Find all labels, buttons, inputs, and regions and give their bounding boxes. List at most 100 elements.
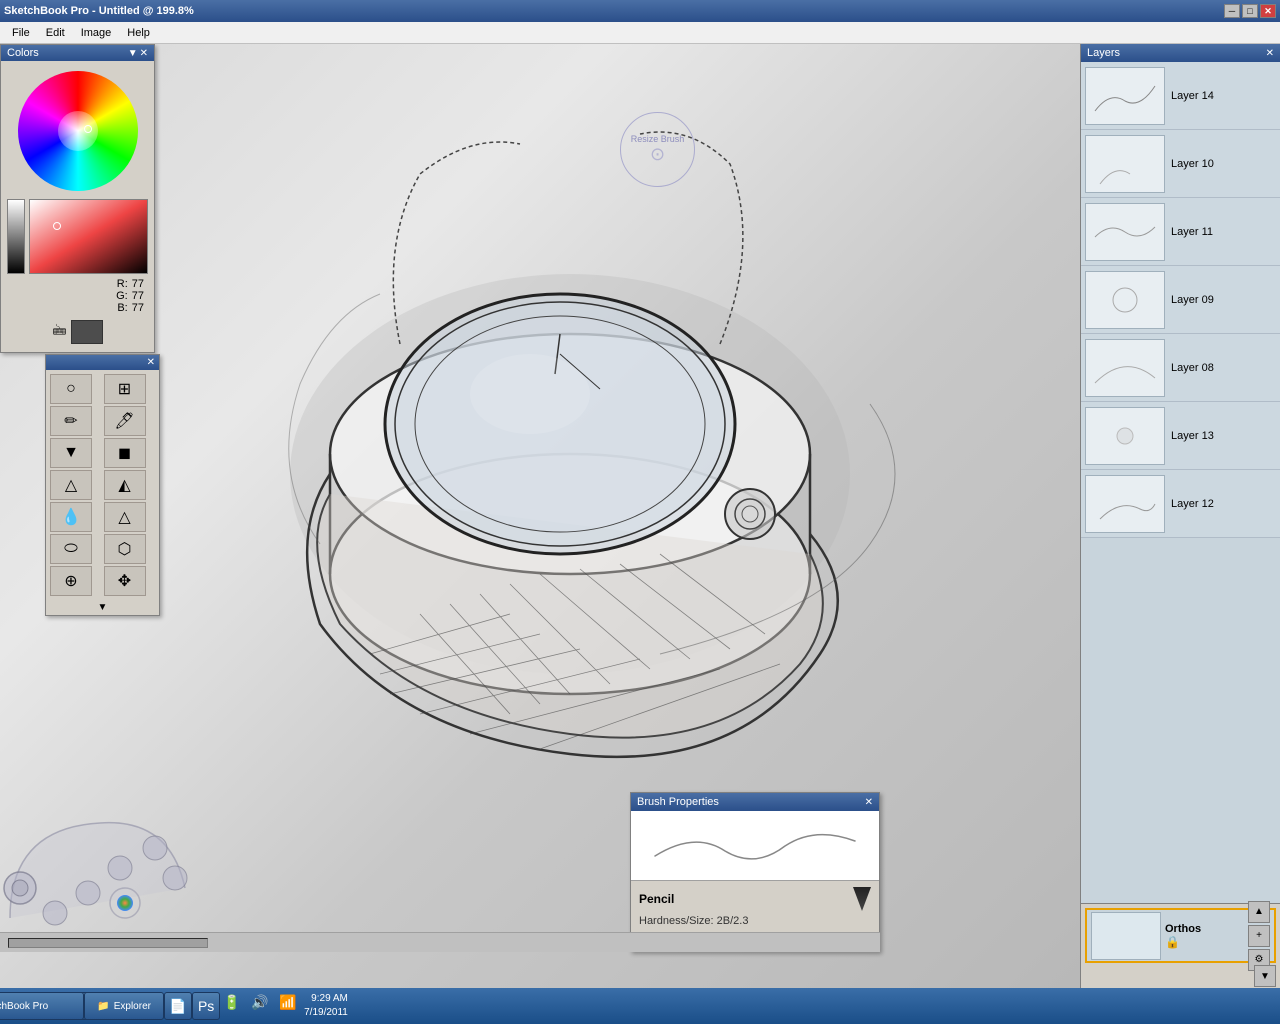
layer-item-11[interactable]: Layer 11 — [1081, 198, 1280, 266]
maximize-button[interactable]: □ — [1242, 4, 1258, 18]
brush-pen-icon[interactable]: 🖊 — [104, 406, 146, 436]
gradient-bars — [7, 199, 148, 274]
statusbar — [0, 932, 880, 952]
titlebar: SketchBook Pro - Untitled @ 199.8% ─ □ ✕ — [0, 0, 1280, 22]
layer-controls: Orthos 🔒 ▲ + ⚙ ▼ — [1081, 903, 1280, 988]
layers-scroll-down-button[interactable]: ▼ — [1254, 965, 1276, 987]
layer-thumb-11 — [1085, 203, 1165, 261]
brush-blend-icon[interactable]: ◭ — [104, 470, 146, 500]
resize-brush-label: Resize Brush — [631, 134, 685, 144]
color-wheel-container: R:77 G:77 B:77 🖮 — [1, 61, 154, 352]
brush-lasso-icon[interactable]: ⬭ — [50, 534, 92, 564]
layers-panel: Layers ✕ Layer 14 Layer 10 — [1080, 44, 1280, 988]
gradient-cursor — [53, 222, 61, 230]
brush-circle-icon[interactable]: ○ — [50, 374, 92, 404]
layer-name-10: Layer 10 — [1171, 158, 1214, 170]
active-layer-info: Orthos 🔒 — [1161, 921, 1248, 951]
color-swatches: 🖮 — [47, 318, 109, 346]
brush-smudge-icon[interactable]: 💧 — [50, 502, 92, 532]
layer-item-14[interactable]: Layer 14 — [1081, 62, 1280, 130]
brush-move-icon[interactable]: ✥ — [104, 566, 146, 596]
tray-wifi-icon: 📶 — [276, 994, 300, 1018]
brush-select-icon[interactable]: ⬡ — [104, 534, 146, 564]
eyedropper-tool[interactable]: 🖮 — [53, 320, 67, 344]
taskbar-acrobat-button[interactable]: 📄 — [164, 992, 192, 1020]
tray-volume-icon: 🔊 — [248, 994, 272, 1018]
layer-item-13[interactable]: Layer 13 — [1081, 402, 1280, 470]
colors-title: Colors — [7, 47, 39, 59]
menu-file[interactable]: File — [4, 25, 38, 41]
brush-airbrush-icon[interactable]: △ — [50, 470, 92, 500]
brush-grid-icon[interactable]: ⊞ — [104, 374, 146, 404]
nav-wheel — [0, 808, 190, 928]
color-gradient-bar[interactable] — [29, 199, 148, 274]
layer-thumb-13 — [1085, 407, 1165, 465]
rgb-values: R:77 G:77 B:77 — [7, 278, 148, 314]
g-value: 77 — [132, 290, 144, 302]
canvas-area[interactable]: Resize Brush ⊙ Colors ▼ ✕ — [0, 44, 1080, 988]
layer-name-13: Layer 13 — [1171, 430, 1214, 442]
brush-panel-more: ▼ — [46, 600, 159, 615]
layer-name-12: Layer 12 — [1171, 498, 1214, 510]
menubar: File Edit Image Help — [0, 22, 1280, 44]
layers-close[interactable]: ✕ — [1266, 48, 1274, 59]
brush-fill-icon[interactable]: ◼ — [104, 438, 146, 468]
layer-add-button[interactable]: + — [1248, 925, 1270, 947]
bw-gradient-bar[interactable] — [7, 199, 25, 274]
colors-collapse[interactable]: ▼ — [128, 48, 138, 59]
menu-edit[interactable]: Edit — [38, 25, 73, 41]
taskbar-system-tray: 🔋 🔊 📶 9:29 AM 7/19/2011 — [220, 992, 348, 1020]
app-title: SketchBook Pro - Untitled @ 199.8% — [4, 5, 194, 17]
color-wheel[interactable] — [18, 71, 138, 191]
colors-panel: Colors ▼ ✕ R:77 — [0, 44, 155, 353]
brush-transform-icon[interactable]: ⊕ — [50, 566, 92, 596]
close-button[interactable]: ✕ — [1260, 4, 1276, 18]
menu-help[interactable]: Help — [119, 25, 158, 41]
layer-item-10[interactable]: Layer 10 — [1081, 130, 1280, 198]
taskbar-sbp-label: SketchBook Pro — [0, 1001, 48, 1012]
layer-item-08[interactable]: Layer 08 — [1081, 334, 1280, 402]
layer-move-up-button[interactable]: ▲ — [1248, 901, 1270, 923]
system-clock: 9:29 AM 7/19/2011 — [304, 992, 348, 1020]
brush-more-arrow[interactable]: ▼ — [98, 602, 108, 613]
taskbar-sbp-button[interactable]: 🎨 SketchBook Pro — [0, 992, 84, 1020]
taskbar-more-icon[interactable]: 🎨 SketchBook Pro 📁 Explorer 📄 Ps 🔋 🔊 📶 9… — [123, 992, 145, 1020]
resize-brush-icon: ⊙ — [650, 144, 665, 165]
layer-button-column: ▲ + ⚙ — [1248, 901, 1270, 971]
brush-panel-header: ✕ — [46, 355, 159, 370]
colors-close[interactable]: ✕ — [140, 48, 148, 59]
tray-network-icon: 🔋 — [220, 994, 244, 1018]
brush-props-title: Brush Properties — [637, 796, 719, 808]
menu-image[interactable]: Image — [73, 25, 120, 41]
colors-header: Colors ▼ ✕ — [1, 45, 154, 61]
current-color-swatch[interactable] — [71, 320, 103, 344]
watch-sketch — [220, 94, 920, 814]
brush-properties-panel: Brush Properties ✕ Pencil Hardness/Size:… — [630, 792, 880, 952]
taskbar-explorer-button[interactable]: 📁 Explorer — [84, 992, 164, 1020]
hardness-size-label: Hardness/Size: 2B/2.3 — [639, 915, 871, 927]
layer-name-14: Layer 14 — [1171, 90, 1214, 102]
brush-eraser-icon[interactable]: △ — [104, 502, 146, 532]
minimize-button[interactable]: ─ — [1224, 4, 1240, 18]
layer-thumb-09 — [1085, 271, 1165, 329]
layer-thumb-12 — [1085, 475, 1165, 533]
layer-item-09[interactable]: Layer 09 — [1081, 266, 1280, 334]
layers-header: Layers ✕ — [1081, 44, 1280, 62]
layers-title: Layers — [1087, 47, 1120, 59]
brush-marker-icon[interactable]: ▼ — [50, 438, 92, 468]
brush-props-close[interactable]: ✕ — [865, 797, 873, 808]
active-layer-name: Orthos — [1165, 923, 1244, 935]
brush-tools-panel: ✕ ○ ⊞ ✏ 🖊 ▼ ◼ △ ◭ 💧 △ ⬭ ⬡ — [45, 354, 160, 616]
clock-date: 7/19/2011 — [304, 1006, 348, 1020]
statusbar-progress — [8, 938, 208, 948]
pencil-tool-icon — [853, 887, 871, 911]
brush-panel-close[interactable]: ✕ — [147, 357, 155, 368]
brush-stroke-preview — [631, 811, 879, 881]
layer-item-12[interactable]: Layer 12 — [1081, 470, 1280, 538]
clock-time: 9:29 AM — [304, 992, 348, 1006]
layer-name-09: Layer 09 — [1171, 294, 1214, 306]
brush-pencil-icon[interactable]: ✏ — [50, 406, 92, 436]
lock-icon: 🔒 — [1165, 935, 1244, 949]
layers-list: Layer 14 Layer 10 Layer 11 — [1081, 62, 1280, 903]
taskbar-photoshop-button[interactable]: Ps — [192, 992, 220, 1020]
